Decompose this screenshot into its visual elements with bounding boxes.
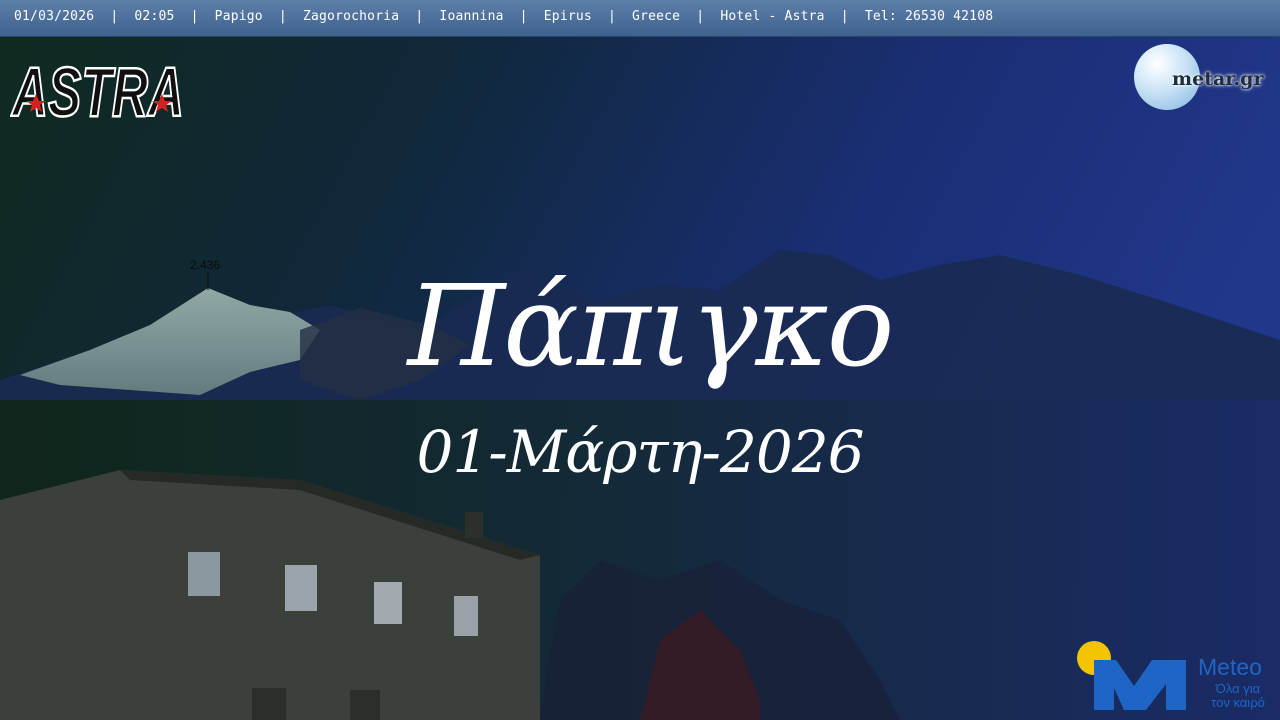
status-bar-text: 01/03/2026 | 02:05 | Papigo | Zagorochor… xyxy=(14,9,994,24)
date-title: 01-Μάρτη-2026 xyxy=(416,418,864,486)
meteo-logo-title: Meteo xyxy=(1198,654,1262,680)
peak-marker xyxy=(207,272,209,290)
astra-logo-text: ASTRA xyxy=(11,53,184,126)
peak-elevation-label: 2.436 xyxy=(190,258,221,272)
status-bar: 01/03/2026 | 02:05 | Papigo | Zagorochor… xyxy=(0,0,1280,37)
location-title: Πάπιγκο xyxy=(407,262,895,392)
meteo-logo-tagline: Όλα για τον καιρό xyxy=(1198,682,1278,710)
astra-logo: ASTRA xyxy=(10,52,185,126)
metar-logo: metar.gr xyxy=(1132,44,1274,114)
metar-logo-text: metar.gr xyxy=(1172,68,1264,90)
meteo-tagline-line-2: τον καιρό xyxy=(1211,695,1265,710)
meteo-tagline-line-1: Όλα για xyxy=(1215,681,1261,696)
meteo-m-icon xyxy=(1077,641,1186,710)
meteo-logo: Meteo Όλα για τον καιρό xyxy=(1074,638,1280,720)
